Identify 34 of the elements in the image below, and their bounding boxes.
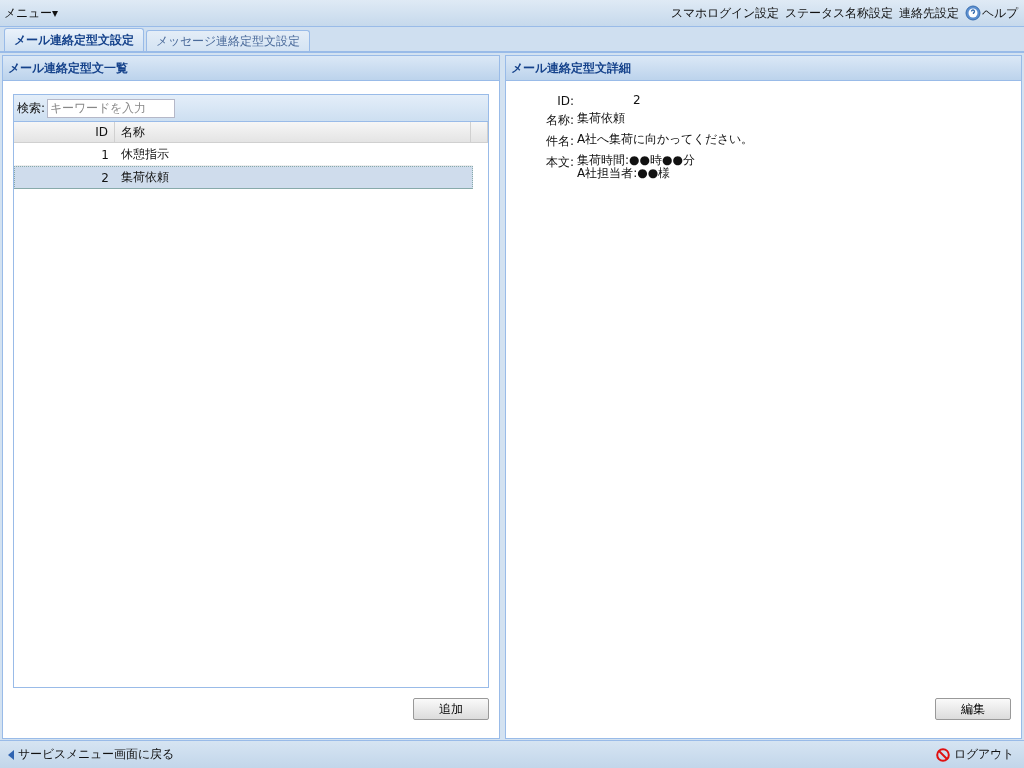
menu-button[interactable]: メニュー▾	[4, 4, 59, 22]
search-field[interactable]: キーワードを入力	[47, 98, 176, 118]
edit-button[interactable]: 編集	[935, 698, 1011, 720]
table-row[interactable]: 2 集荷依頼	[14, 166, 473, 189]
field-label: 名称:	[544, 112, 574, 129]
settings-link[interactable]: スマホログイン設定	[671, 4, 779, 22]
field-value: A社へ集荷に向かってください。	[577, 133, 754, 146]
id-cell-text: 1	[100, 146, 110, 164]
settings-link[interactable]: 連絡先設定	[899, 4, 959, 22]
field-label: 本文:	[544, 154, 574, 171]
help-link[interactable]: ヘルプ	[965, 4, 1018, 22]
logout-link[interactable]: ログアウト	[936, 746, 1014, 763]
search-label: 検索:	[17, 99, 46, 117]
back-link[interactable]: サービスメニュー画面に戻る	[8, 746, 174, 763]
back-arrow-icon	[8, 749, 14, 760]
tab[interactable]: メール連絡定型文設定	[4, 28, 144, 51]
id-cell-text: 2	[100, 169, 110, 187]
field-value: A社担当者:●●様	[577, 167, 672, 180]
field-value: 集荷依頼	[577, 112, 625, 125]
field-value: 集荷時間:●●時●●分	[577, 154, 695, 167]
settings-link[interactable]: ステータス名称設定	[785, 4, 893, 22]
name-cell-text: 休憩指示	[120, 146, 170, 163]
panel-title: メール連絡定型文一覧	[3, 56, 499, 81]
column-header[interactable]: ID	[14, 122, 115, 142]
field-label: ID:	[556, 94, 574, 108]
help-icon	[965, 5, 981, 21]
field-label: 件名:	[544, 133, 574, 150]
add-button[interactable]: 追加	[413, 698, 489, 720]
tab[interactable]: メッセージ連絡定型文設定	[146, 30, 310, 51]
field-value: 2	[633, 94, 641, 107]
prohibited-icon	[936, 747, 950, 762]
panel-title: メール連絡定型文詳細	[506, 56, 1021, 81]
column-header[interactable]: 名称	[115, 122, 471, 142]
name-cell-text: 集荷依頼	[120, 169, 170, 186]
